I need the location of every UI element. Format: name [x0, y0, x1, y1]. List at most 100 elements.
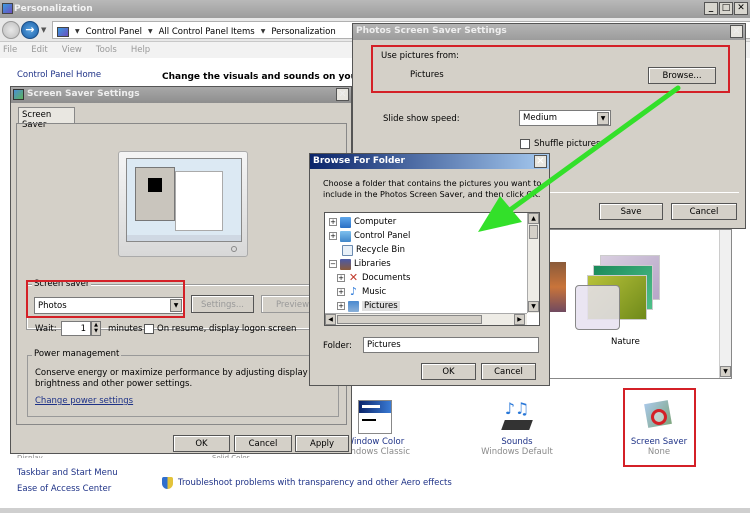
on-resume-checkbox[interactable] [144, 324, 154, 334]
change-power-settings-link[interactable]: Change power settings [35, 396, 133, 406]
tree-item-pictures[interactable]: + Pictures [337, 299, 400, 313]
tree-vertical-scrollbar[interactable]: ▲ ▼ [527, 213, 539, 313]
tree-item-computer[interactable]: + Computer [329, 215, 396, 229]
ok-button[interactable]: OK [421, 363, 476, 380]
recycle-bin-icon [342, 244, 353, 256]
monitor-preview [118, 151, 248, 257]
use-pictures-label: Use pictures from: [381, 51, 460, 61]
sounds-label: Sounds [501, 437, 533, 447]
troubleshoot-label: Troubleshoot problems with transparency … [178, 478, 452, 488]
tree-item-libraries[interactable]: − Libraries [329, 257, 391, 271]
title-bar: Personalization _ □ ✕ [0, 0, 750, 18]
chevron-down-icon[interactable]: ▼ [148, 28, 153, 35]
cancel-button[interactable]: Cancel [671, 203, 737, 220]
shuffle-checkbox[interactable] [520, 139, 530, 149]
wait-label: Wait: [35, 324, 57, 334]
slide-speed-value: Medium [523, 113, 557, 123]
window-title: Personalization [14, 4, 93, 14]
back-button[interactable] [2, 21, 20, 39]
menu-tools[interactable]: Tools [96, 45, 117, 58]
theme-thumbnail[interactable] [548, 262, 566, 312]
sounds-icon: ♪♫ [499, 400, 535, 434]
menu-file[interactable]: File [3, 45, 17, 58]
slide-speed-label: Slide show speed: [383, 114, 460, 124]
tree-item-documents[interactable]: + ✕ Documents [337, 271, 410, 285]
control-panel-icon [340, 230, 351, 242]
recent-pages-chevron-icon[interactable]: ▼ [41, 26, 46, 34]
cancel-button[interactable]: Cancel [481, 363, 536, 380]
wait-spinner[interactable]: ▲ ▼ [91, 321, 101, 336]
scroll-down-icon[interactable]: ▼ [528, 301, 539, 312]
tab-screen-saver[interactable]: Screen Saver [18, 107, 75, 130]
save-button[interactable]: Save [599, 203, 663, 220]
menu-help[interactable]: Help [131, 45, 150, 58]
chevron-down-icon[interactable]: ▼ [75, 28, 80, 35]
breadcrumb-all-items[interactable]: All Control Panel Items [159, 27, 255, 37]
browse-for-folder-dialog: Browse For Folder ✕ Choose a folder that… [309, 153, 550, 386]
scroll-thumb[interactable] [337, 315, 482, 324]
close-button[interactable]: ✕ [734, 2, 748, 15]
wait-minutes-input[interactable]: 1 [61, 321, 91, 336]
control-panel-icon [57, 26, 69, 37]
cancel-button[interactable]: Cancel [234, 435, 292, 452]
scroll-right-icon[interactable]: ▶ [514, 314, 525, 325]
expand-icon[interactable]: + [329, 218, 337, 226]
slide-speed-select[interactable]: Medium ▼ [519, 110, 611, 126]
maximize-button[interactable]: □ [719, 2, 733, 15]
menu-view[interactable]: View [62, 45, 82, 58]
tree-item-music[interactable]: + ♪ Music [337, 285, 386, 299]
shuffle-label: Shuffle pictures [534, 139, 601, 149]
themes-scrollbar[interactable]: ▼ [719, 230, 731, 378]
breadcrumb-personalization[interactable]: Personalization [271, 27, 335, 37]
chevron-down-icon[interactable]: ▼ [597, 112, 609, 125]
expand-icon[interactable]: + [329, 232, 337, 240]
sidebar-link-ease-of-access[interactable]: Ease of Access Center [17, 484, 111, 494]
scroll-down-icon[interactable]: ▼ [720, 366, 731, 377]
documents-icon: ✕ [348, 270, 359, 284]
photos-dialog-title: Photos Screen Saver Settings [356, 26, 507, 36]
nature-theme-thumbnail[interactable] [575, 255, 665, 330]
close-icon[interactable]: ✕ [730, 25, 743, 38]
desktop-bg-sub: Solid Color [212, 454, 250, 458]
breadcrumb-control-panel[interactable]: Control Panel [86, 27, 142, 37]
photos-dialog-title-bar: Photos Screen Saver Settings ✕ [353, 24, 745, 40]
expand-icon[interactable]: + [337, 288, 345, 296]
folder-tree[interactable]: + Computer + Control Panel Recycle Bin −… [324, 212, 540, 326]
browse-dialog-title: Browse For Folder [313, 156, 405, 166]
expand-icon[interactable]: + [337, 274, 345, 282]
power-description: Conserve energy or maximize performance … [35, 368, 308, 389]
expand-icon[interactable]: + [337, 302, 345, 310]
power-group-label: Power management [32, 349, 122, 359]
tree-horizontal-scrollbar[interactable]: ◀ ▶ [325, 313, 527, 325]
close-icon[interactable]: ✕ [336, 88, 349, 101]
minutes-label: minutes [108, 324, 143, 334]
browse-dialog-title-bar: Browse For Folder ✕ [310, 154, 549, 169]
sounds-sub: Windows Default [481, 447, 553, 457]
minimize-button[interactable]: _ [704, 2, 718, 15]
apply-button[interactable]: Apply [295, 435, 349, 452]
folder-input[interactable]: Pictures [363, 337, 539, 353]
scroll-left-icon[interactable]: ◀ [325, 314, 336, 325]
window-bottom-border [0, 508, 750, 513]
browse-button[interactable]: Browse... [648, 67, 716, 84]
close-icon[interactable]: ✕ [534, 155, 547, 168]
tree-item-control-panel[interactable]: + Control Panel [329, 229, 410, 243]
menu-edit[interactable]: Edit [31, 45, 47, 58]
sidebar-link-display[interactable]: Display [17, 454, 43, 458]
libraries-icon [340, 258, 351, 270]
computer-icon [340, 216, 351, 228]
scroll-thumb[interactable] [529, 225, 538, 239]
chevron-down-icon[interactable]: ▼ [261, 28, 266, 35]
collapse-icon[interactable]: − [329, 260, 337, 268]
screen-saver-settings-dialog: Screen Saver Settings ✕ Screen Saver Scr… [10, 86, 352, 454]
settings-button[interactable]: Settings... [191, 295, 254, 313]
forward-button[interactable]: → [21, 21, 39, 39]
screen-saver-icon [13, 89, 24, 100]
ok-button[interactable]: OK [173, 435, 230, 452]
tree-item-recycle-bin[interactable]: Recycle Bin [342, 243, 405, 257]
scroll-up-icon[interactable]: ▲ [528, 213, 539, 224]
control-panel-home-link[interactable]: Control Panel Home [17, 70, 101, 80]
sidebar-link-taskbar[interactable]: Taskbar and Start Menu [17, 468, 118, 478]
sounds-item[interactable]: ♪♫ Sounds Windows Default [462, 400, 572, 458]
troubleshoot-link[interactable]: Troubleshoot problems with transparency … [162, 477, 452, 489]
